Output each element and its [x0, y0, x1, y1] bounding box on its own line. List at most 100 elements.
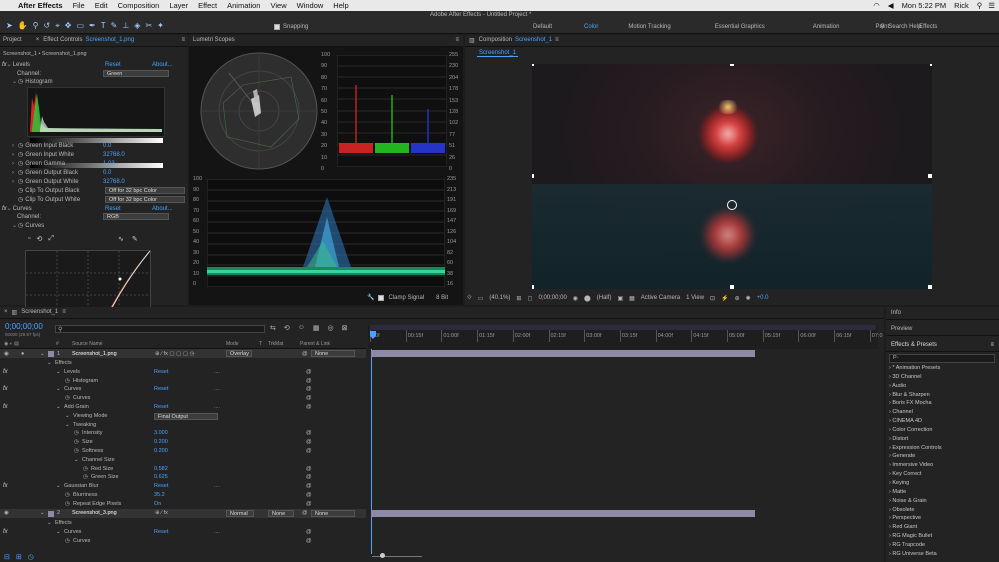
expand-arrow-icon[interactable]: ⌄: [65, 413, 70, 419]
curves-reset-link[interactable]: Reset: [105, 206, 121, 212]
property-dropdown[interactable]: Final Output: [154, 412, 218, 420]
menu-list-icon[interactable]: ☰: [988, 1, 995, 10]
effect-category[interactable]: › Channel: [889, 409, 997, 418]
layer-switches[interactable]: ⊕ ∕ fx ▢ ▢ ▢ ◷: [155, 351, 194, 357]
timeline-timecode[interactable]: 0;00;00;00: [5, 322, 43, 331]
curves-resize-icon[interactable]: ⤢: [48, 235, 54, 243]
layer-2-name[interactable]: Screenshot_3.png: [72, 510, 117, 516]
fx-icon[interactable]: fx: [3, 483, 8, 489]
effect-levels-label[interactable]: Levels: [13, 62, 30, 68]
anchor-point-icon[interactable]: [727, 200, 737, 210]
expand-icon[interactable]: ⌄: [40, 351, 45, 357]
effect-category[interactable]: › RG Trapcode: [889, 542, 997, 551]
menu-item-help[interactable]: Help: [333, 1, 348, 10]
property-value[interactable]: 0.200: [154, 448, 168, 454]
effect-category[interactable]: › 3D Channel: [889, 374, 997, 383]
stopwatch-icon[interactable]: ◷: [65, 395, 70, 401]
viewer-settings-icon[interactable]: ⊡: [710, 295, 715, 302]
property-reset-link[interactable]: Reset: [154, 404, 168, 410]
time-ruler[interactable]: 00f 00:15f 01:00f 01:15f 02:00f 02:15f 03:00f 0…: [368, 325, 883, 349]
timeline-property-row[interactable]: ◷ Curves @: [0, 537, 366, 546]
levels-prop-value[interactable]: 32768.0: [103, 152, 125, 158]
levels-prop-value[interactable]: 0.0: [103, 170, 111, 176]
curves-channel-dropdown[interactable]: RGB: [103, 213, 169, 220]
effect-curves-label[interactable]: Curves: [13, 206, 32, 212]
mask-icon[interactable]: ◻: [527, 295, 532, 302]
pickwhip-icon[interactable]: @: [306, 369, 312, 375]
zoom-tool-icon[interactable]: ⚲: [33, 21, 44, 30]
graph-editor-icon[interactable]: ⊠: [342, 324, 348, 332]
timeline-property-row[interactable]: ◷ Histogram @: [0, 377, 366, 386]
stopwatch-icon[interactable]: ◷: [74, 439, 79, 445]
expand-arrow-icon[interactable]: ⌄: [56, 404, 61, 410]
effect-controls-file[interactable]: Screenshot_1.png: [85, 37, 134, 44]
expand-arrow-icon[interactable]: ⌄: [47, 520, 52, 526]
close-icon[interactable]: ×: [36, 37, 40, 44]
pickwhip-icon[interactable]: @: [306, 474, 312, 480]
effect-category[interactable]: › Expression Controls: [889, 445, 997, 454]
levels-prop-value[interactable]: 32768.0: [103, 179, 125, 185]
search-help-icon[interactable]: ⚲: [880, 23, 884, 30]
render-time-icon[interactable]: ◷: [28, 553, 34, 561]
expand-arrow-icon[interactable]: ⌄: [56, 529, 61, 535]
mode-header[interactable]: Mode: [226, 341, 239, 347]
layer-1-mode[interactable]: Overlay: [226, 350, 252, 357]
exposure-value[interactable]: +0.0: [757, 295, 769, 301]
stopwatch-icon[interactable]: ◷: [65, 501, 70, 507]
selection-tool-icon[interactable]: ➤: [6, 21, 18, 30]
pickwhip-icon[interactable]: @: [306, 395, 312, 401]
pan-tool-icon[interactable]: ✥: [65, 21, 77, 30]
stopwatch-icon[interactable]: ◷: [18, 222, 23, 229]
menu-item-edit[interactable]: Edit: [95, 1, 108, 10]
stopwatch-icon[interactable]: ◷: [65, 492, 70, 498]
expand-arrow-icon[interactable]: ⌄: [56, 386, 61, 392]
workspace-color[interactable]: Color: [584, 24, 598, 30]
motion-blur-icon[interactable]: ◎: [328, 324, 334, 332]
snapshot-icon[interactable]: ◉: [573, 295, 578, 302]
expand-arrow-icon[interactable]: ⌄: [56, 483, 61, 489]
curves-smooth-icon[interactable]: ∿: [118, 235, 124, 243]
preview-panel-tab[interactable]: Preview: [886, 323, 999, 336]
clock[interactable]: Mon 5:22 PM: [902, 1, 947, 10]
stopwatch-icon[interactable]: ◷: [65, 378, 70, 384]
expand-arrow-icon[interactable]: ⌄: [47, 360, 52, 366]
stopwatch-icon[interactable]: ◷: [83, 466, 88, 472]
property-reset-link[interactable]: Reset: [154, 483, 168, 489]
property-reset-link[interactable]: Reset: [154, 369, 168, 375]
fast-preview-icon[interactable]: ⚡: [721, 295, 728, 302]
timeline-property-row[interactable]: ⌄ Effects: [0, 519, 366, 528]
property-value[interactable]: 0.582: [154, 466, 168, 472]
brush-tool-icon[interactable]: ✎: [111, 21, 123, 30]
app-name[interactable]: After Effects: [18, 1, 63, 10]
timeline-property-row[interactable]: ◷ Softness 0.200 @: [0, 447, 366, 456]
timeline-property-row[interactable]: fx ⌄ Levels Reset.... @: [0, 368, 366, 377]
timeline-property-row[interactable]: ⌄ Viewing Mode Final Output: [0, 412, 366, 421]
snapping-checkbox[interactable]: [274, 24, 280, 30]
menu-item-composition[interactable]: Composition: [118, 1, 160, 10]
tab-composition[interactable]: Composition: [479, 37, 512, 44]
expand-arrow-icon[interactable]: ⌄: [65, 422, 70, 428]
timeline-property-row[interactable]: ◷ Green Size 0.625 @: [0, 473, 366, 482]
timeline-property-row[interactable]: ⌄ Tweaking: [0, 421, 366, 430]
effect-category[interactable]: › Boris FX Mocha: [889, 400, 997, 409]
levels-reset-link[interactable]: Reset: [105, 62, 121, 68]
rotate-tool-icon[interactable]: ↺: [44, 21, 56, 30]
tab-lumetri-scopes[interactable]: Lumetri Scopes: [193, 37, 235, 44]
camera-tool-icon[interactable]: ⌖: [55, 21, 65, 30]
effect-category[interactable]: › Obsolete: [889, 507, 997, 516]
clip-black-dropdown[interactable]: Off for 32 bpc Color: [105, 187, 185, 194]
effect-category[interactable]: › RG Universe Beta: [889, 551, 997, 560]
layer-1-bar[interactable]: [371, 350, 755, 357]
fx-icon[interactable]: fx: [3, 404, 8, 410]
layer-row-1[interactable]: ◉ ● ⌄ 1 Screenshot_1.png ⊕ ∕ fx ▢ ▢ ▢ ◷ …: [0, 349, 366, 358]
effect-category[interactable]: › Color Correction: [889, 427, 997, 436]
display-icon[interactable]: ▭: [478, 295, 484, 302]
stopwatch-icon[interactable]: ◷: [18, 178, 23, 185]
resolution-dropdown[interactable]: (Half): [597, 295, 612, 301]
workspace-default[interactable]: Default: [533, 24, 552, 30]
effect-category[interactable]: › Keying: [889, 480, 997, 489]
comp-viewer[interactable]: [532, 64, 932, 289]
panel-menu-icon[interactable]: ≡: [62, 309, 66, 316]
tab-project[interactable]: Project: [3, 37, 22, 44]
comp-timecode[interactable]: 0;00;00;00: [538, 295, 566, 301]
